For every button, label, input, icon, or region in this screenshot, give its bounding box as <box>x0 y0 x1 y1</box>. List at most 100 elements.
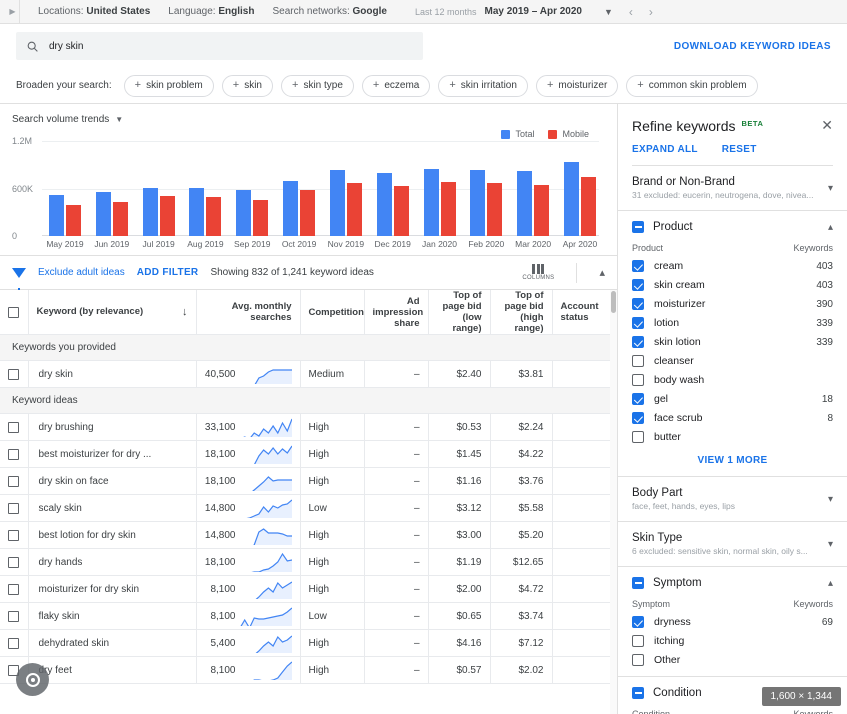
chart-bar-mobile[interactable] <box>206 196 222 236</box>
chart-bar-mobile[interactable] <box>534 184 550 236</box>
row-checkbox-cell[interactable] <box>0 494 29 522</box>
chart-bar-group[interactable] <box>421 169 459 236</box>
chart-bar-mobile[interactable] <box>346 182 362 236</box>
collapse-toggle-icon[interactable] <box>632 687 644 699</box>
checkbox-checked-icon[interactable] <box>632 616 644 628</box>
chart-bar-group[interactable] <box>233 189 271 236</box>
row-checkbox-cell[interactable] <box>0 413 29 441</box>
cell-keyword[interactable]: dehydrated skin <box>28 629 197 657</box>
chart-bar-group[interactable] <box>46 194 84 236</box>
refine-option[interactable]: cleanser <box>632 355 833 367</box>
checkbox-checked-icon[interactable] <box>632 298 644 310</box>
expand-all-button[interactable]: EXPAND ALL <box>632 144 698 155</box>
refine-section-symptom[interactable]: Symptom ▴ Symptom Keywords dryness 69 itching O… <box>618 567 847 677</box>
broaden-chip-0[interactable]: + skin problem <box>123 74 214 97</box>
table-scrollbar[interactable] <box>610 290 617 714</box>
row-checkbox-cell[interactable] <box>0 629 29 657</box>
filter-funnel-icon[interactable] <box>12 267 26 292</box>
refine-option[interactable]: lotion 339 <box>632 317 833 329</box>
broaden-chip-4[interactable]: + skin irritation <box>438 74 528 97</box>
table-row[interactable]: dry feet 8,100 High – $0.57 $2.02 <box>0 656 617 684</box>
checkbox-unchecked-icon[interactable] <box>632 431 644 443</box>
filter-search-networks[interactable]: Search networks: Google <box>272 6 387 17</box>
chart-bar-total[interactable] <box>283 181 299 236</box>
chart-bar-group[interactable] <box>140 187 178 236</box>
cell-keyword[interactable]: dry hands <box>28 548 197 576</box>
broaden-chip-1[interactable]: + skin <box>221 74 273 97</box>
chart-bar-group[interactable] <box>327 170 365 236</box>
checkbox-checked-icon[interactable] <box>632 260 644 272</box>
cell-keyword[interactable]: dry feet <box>28 656 197 684</box>
table-row[interactable]: moisturizer for dry skin 8,100 High – $2.00 $… <box>0 575 617 603</box>
row-checkbox-cell[interactable] <box>0 575 29 603</box>
column-header-bid-low[interactable]: Top of page bid (low range) <box>428 290 491 335</box>
broaden-chip-2[interactable]: + skin type <box>281 74 354 97</box>
select-all-cell[interactable] <box>0 290 29 335</box>
chart-bar-total[interactable] <box>95 191 111 236</box>
refine-option[interactable]: body wash <box>632 374 833 386</box>
checkbox-unchecked-icon[interactable] <box>8 610 20 622</box>
checkbox-unchecked-icon[interactable] <box>632 654 644 666</box>
checkbox-unchecked-icon[interactable] <box>632 374 644 386</box>
chevron-right-icon[interactable]: › <box>649 5 653 19</box>
chevron-down-icon[interactable]: ▼ <box>115 115 123 124</box>
chart-bar-total[interactable] <box>189 188 205 236</box>
cell-keyword[interactable]: flaky skin <box>28 602 197 630</box>
columns-button[interactable]: COLUMNS <box>522 264 554 281</box>
chart-bar-group[interactable] <box>467 170 505 236</box>
chart-bar-group[interactable] <box>93 191 131 236</box>
table-row[interactable]: scaly skin 14,800 Low – $3.12 $5.58 <box>0 494 617 522</box>
cell-keyword[interactable]: dry brushing <box>28 413 197 441</box>
table-row[interactable]: best lotion for dry skin 14,800 High – $3.00… <box>0 521 617 549</box>
refine-section-skin-type[interactable]: Skin Type 6 excluded: sensitive skin, nor… <box>618 522 847 567</box>
checkbox-unchecked-icon[interactable] <box>8 306 20 318</box>
chart-bar-total[interactable] <box>470 170 486 236</box>
broaden-chip-6[interactable]: + common skin problem <box>626 74 758 97</box>
chart-bar-group[interactable] <box>186 188 224 236</box>
checkbox-checked-icon[interactable] <box>632 279 644 291</box>
checkbox-unchecked-icon[interactable] <box>8 556 20 568</box>
checkbox-unchecked-icon[interactable] <box>8 583 20 595</box>
chart-bar-total[interactable] <box>376 173 392 236</box>
table-row[interactable]: dry hands 18,100 High – $1.19 $12.65 <box>0 548 617 576</box>
download-keyword-ideas-button[interactable]: DOWNLOAD KEYWORD IDEAS <box>674 41 831 52</box>
chart-bar-mobile[interactable] <box>159 195 175 236</box>
add-filter-button[interactable]: ADD FILTER <box>137 267 199 278</box>
date-range-value[interactable]: May 2019 – Apr 2020 <box>485 6 582 17</box>
chart-bar-group[interactable] <box>514 171 552 236</box>
cell-keyword[interactable]: scaly skin <box>28 494 197 522</box>
checkbox-unchecked-icon[interactable] <box>8 529 20 541</box>
drag-handle-icon[interactable]: ▶ <box>6 0 20 24</box>
filter-locations[interactable]: Locations: United States <box>38 6 150 17</box>
chevron-down-icon[interactable]: ▾ <box>828 494 833 505</box>
table-row[interactable]: dry skin on face 18,100 High – $1.16 $3.76 <box>0 467 617 495</box>
chart-bar-mobile[interactable] <box>253 200 269 236</box>
refine-option[interactable]: itching <box>632 635 833 647</box>
row-checkbox-cell[interactable] <box>0 360 29 388</box>
chart-bar-mobile[interactable] <box>580 177 596 236</box>
refine-section-body-part[interactable]: Body Part face, feet, hands, eyes, lips ▾ <box>618 477 847 522</box>
row-checkbox-cell[interactable] <box>0 548 29 576</box>
column-header-competition[interactable]: Competition <box>300 290 365 335</box>
chevron-left-icon[interactable]: ‹ <box>629 5 633 19</box>
sort-descending-arrow-icon[interactable]: ↓ <box>182 306 188 318</box>
checkbox-unchecked-icon[interactable] <box>8 502 20 514</box>
chart-bar-mobile[interactable] <box>440 182 456 236</box>
refine-option[interactable]: gel 18 <box>632 393 833 405</box>
checkbox-unchecked-icon[interactable] <box>632 635 644 647</box>
chart-bar-total[interactable] <box>517 171 533 236</box>
column-header-avg-monthly-searches[interactable]: Avg. monthly searches <box>196 290 301 335</box>
legend-item-total[interactable]: Total <box>501 129 534 139</box>
checkbox-checked-icon[interactable] <box>632 393 644 405</box>
refine-option[interactable]: skin cream 403 <box>632 279 833 291</box>
cell-keyword[interactable]: best lotion for dry skin <box>28 521 197 549</box>
refine-option[interactable]: dryness 69 <box>632 616 833 628</box>
refine-option[interactable]: butter <box>632 431 833 443</box>
chart-bar-mobile[interactable] <box>393 185 409 236</box>
refine-section-product[interactable]: Product ▴ Product Keywords cream 403 skin crea… <box>618 211 847 477</box>
cell-keyword[interactable]: dry skin <box>28 360 197 388</box>
checkbox-unchecked-icon[interactable] <box>8 421 20 433</box>
broaden-chip-5[interactable]: + moisturizer <box>535 74 619 97</box>
checkbox-unchecked-icon[interactable] <box>632 355 644 367</box>
chart-bar-group[interactable] <box>374 173 412 236</box>
